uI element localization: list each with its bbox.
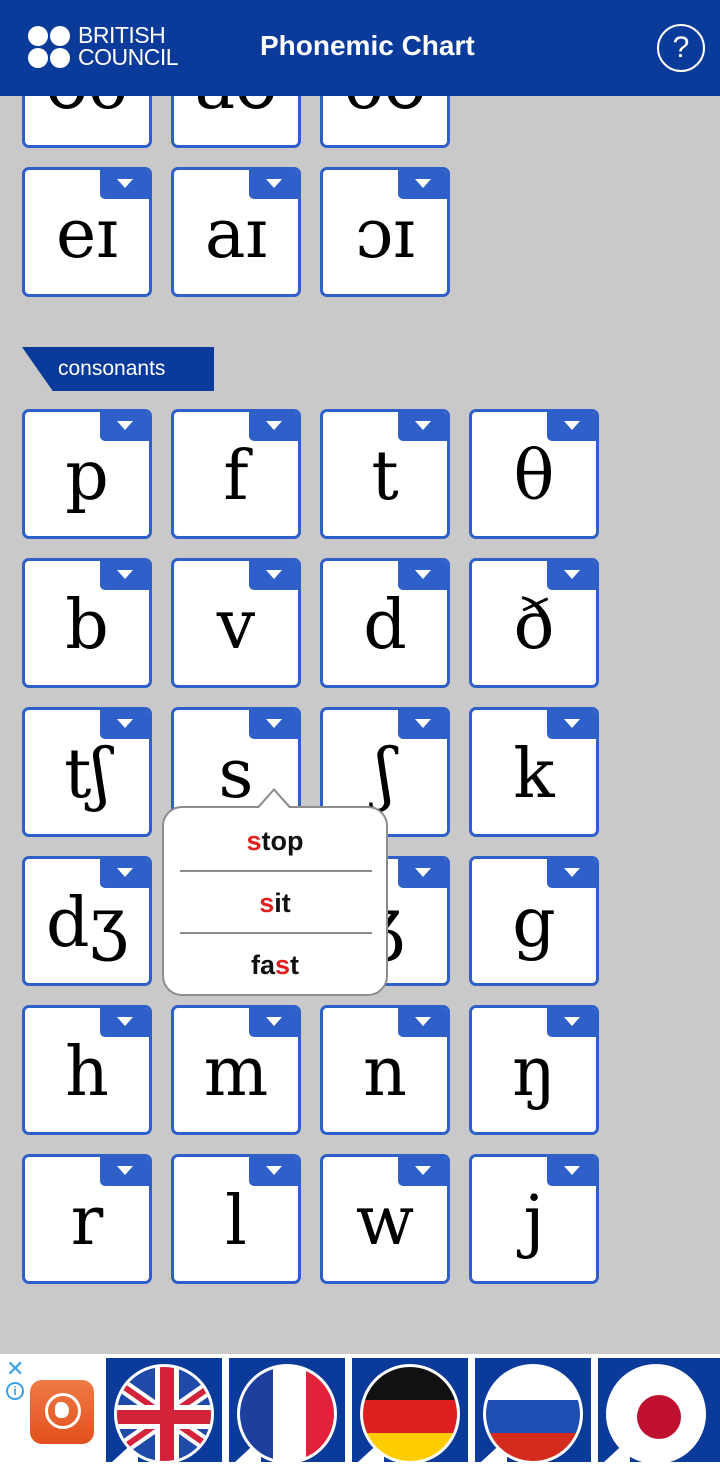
- phoneme-symbol: ŋ: [512, 1033, 556, 1112]
- phoneme-card[interactable]: ð: [469, 558, 599, 688]
- dropdown-arrow-icon[interactable]: [100, 1157, 149, 1186]
- phoneme-symbol: m: [203, 1033, 269, 1112]
- phoneme-symbol: j: [523, 1182, 545, 1261]
- phoneme-card[interactable]: w: [320, 1154, 450, 1284]
- phoneme-card[interactable]: t: [320, 409, 450, 539]
- phoneme-symbol: p: [65, 437, 109, 516]
- close-icon[interactable]: ✕: [6, 1356, 24, 1382]
- example-words-popup: stop sit fast: [162, 788, 388, 996]
- phoneme-symbol: t: [371, 437, 399, 516]
- phoneme-symbol: b: [65, 586, 109, 665]
- phoneme-symbol: n: [363, 1033, 407, 1112]
- phoneme-symbol: dʒ: [46, 884, 128, 963]
- dropdown-arrow-icon[interactable]: [547, 412, 596, 441]
- german-flag[interactable]: [352, 1358, 468, 1462]
- divider: [180, 870, 372, 872]
- phoneme-symbol: ʃ: [375, 735, 395, 814]
- phoneme-card[interactable]: v: [171, 558, 301, 688]
- phoneme-card[interactable]: b: [22, 558, 152, 688]
- dropdown-arrow-icon[interactable]: [547, 561, 596, 590]
- phoneme-card[interactable]: p: [22, 409, 152, 539]
- phoneme-card[interactable]: f: [171, 409, 301, 539]
- phoneme-symbol: aɪ: [204, 195, 268, 274]
- russian-flag[interactable]: [475, 1358, 591, 1462]
- phoneme-card[interactable]: g: [469, 856, 599, 986]
- app-bar: BRITISH COUNCIL Phonemic Chart ?: [0, 0, 720, 96]
- phoneme-card[interactable]: j: [469, 1154, 599, 1284]
- british-council-logo: BRITISH COUNCIL: [28, 24, 188, 72]
- phoneme-card[interactable]: θ: [469, 409, 599, 539]
- phoneme-card[interactable]: ŋ: [469, 1005, 599, 1135]
- french-flag[interactable]: [229, 1358, 345, 1462]
- phoneme-symbol: v: [216, 586, 256, 665]
- phoneme-card[interactable]: m: [171, 1005, 301, 1135]
- phoneme-card[interactable]: k: [469, 707, 599, 837]
- phoneme-symbol: h: [65, 1033, 109, 1112]
- phoneme-symbol: tʃ: [64, 735, 110, 814]
- example-word-2[interactable]: sit: [164, 888, 386, 919]
- phoneme-symbol: θ: [513, 437, 555, 516]
- phoneme-symbol: ɔɪ: [355, 195, 415, 274]
- logo-dots-icon: [28, 26, 72, 70]
- info-icon[interactable]: i: [6, 1382, 24, 1400]
- phoneme-card[interactable]: eɪ: [22, 167, 152, 297]
- phoneme-card[interactable]: dʒ: [22, 856, 152, 986]
- dropdown-arrow-icon[interactable]: [398, 710, 447, 739]
- phoneme-symbol: l: [225, 1182, 247, 1261]
- phoneme-card[interactable]: r: [22, 1154, 152, 1284]
- phoneme-symbol: g: [512, 884, 556, 963]
- phoneme-card[interactable]: tʃ: [22, 707, 152, 837]
- section-label-consonants: consonants: [22, 347, 214, 391]
- phoneme-card[interactable]: aɪ: [171, 167, 301, 297]
- example-word-1[interactable]: stop: [164, 826, 386, 857]
- dropdown-arrow-icon[interactable]: [249, 561, 298, 590]
- phoneme-card[interactable]: ɔɪ: [320, 167, 450, 297]
- dropdown-arrow-icon[interactable]: [249, 1157, 298, 1186]
- logo-wordmark: BRITISH COUNCIL: [78, 22, 179, 70]
- dropdown-arrow-icon[interactable]: [249, 710, 298, 739]
- phoneme-symbol: w: [355, 1182, 415, 1261]
- globe-app-icon[interactable]: [30, 1380, 94, 1444]
- japanese-flag[interactable]: [598, 1358, 720, 1462]
- phoneme-card[interactable]: l: [171, 1154, 301, 1284]
- phoneme-symbol: r: [70, 1182, 104, 1261]
- phoneme-symbol: eɪ: [56, 195, 118, 274]
- english-flag[interactable]: [106, 1358, 222, 1462]
- dropdown-arrow-icon[interactable]: [398, 859, 447, 888]
- ad-banner[interactable]: ✕ i: [0, 1354, 720, 1464]
- phoneme-symbol: f: [223, 437, 249, 516]
- phoneme-card[interactable]: d: [320, 558, 450, 688]
- dropdown-arrow-icon[interactable]: [249, 412, 298, 441]
- divider: [180, 932, 372, 934]
- phoneme-card[interactable]: n: [320, 1005, 450, 1135]
- help-button[interactable]: ?: [657, 24, 705, 72]
- page-title: Phonemic Chart: [260, 30, 475, 61]
- dropdown-arrow-icon[interactable]: [398, 412, 447, 441]
- phoneme-symbol: d: [363, 586, 407, 665]
- phoneme-symbol: k: [513, 735, 555, 814]
- phoneme-card[interactable]: h: [22, 1005, 152, 1135]
- example-word-3[interactable]: fast: [164, 950, 386, 981]
- phoneme-symbol: ð: [513, 586, 555, 665]
- dropdown-arrow-icon[interactable]: [547, 1157, 596, 1186]
